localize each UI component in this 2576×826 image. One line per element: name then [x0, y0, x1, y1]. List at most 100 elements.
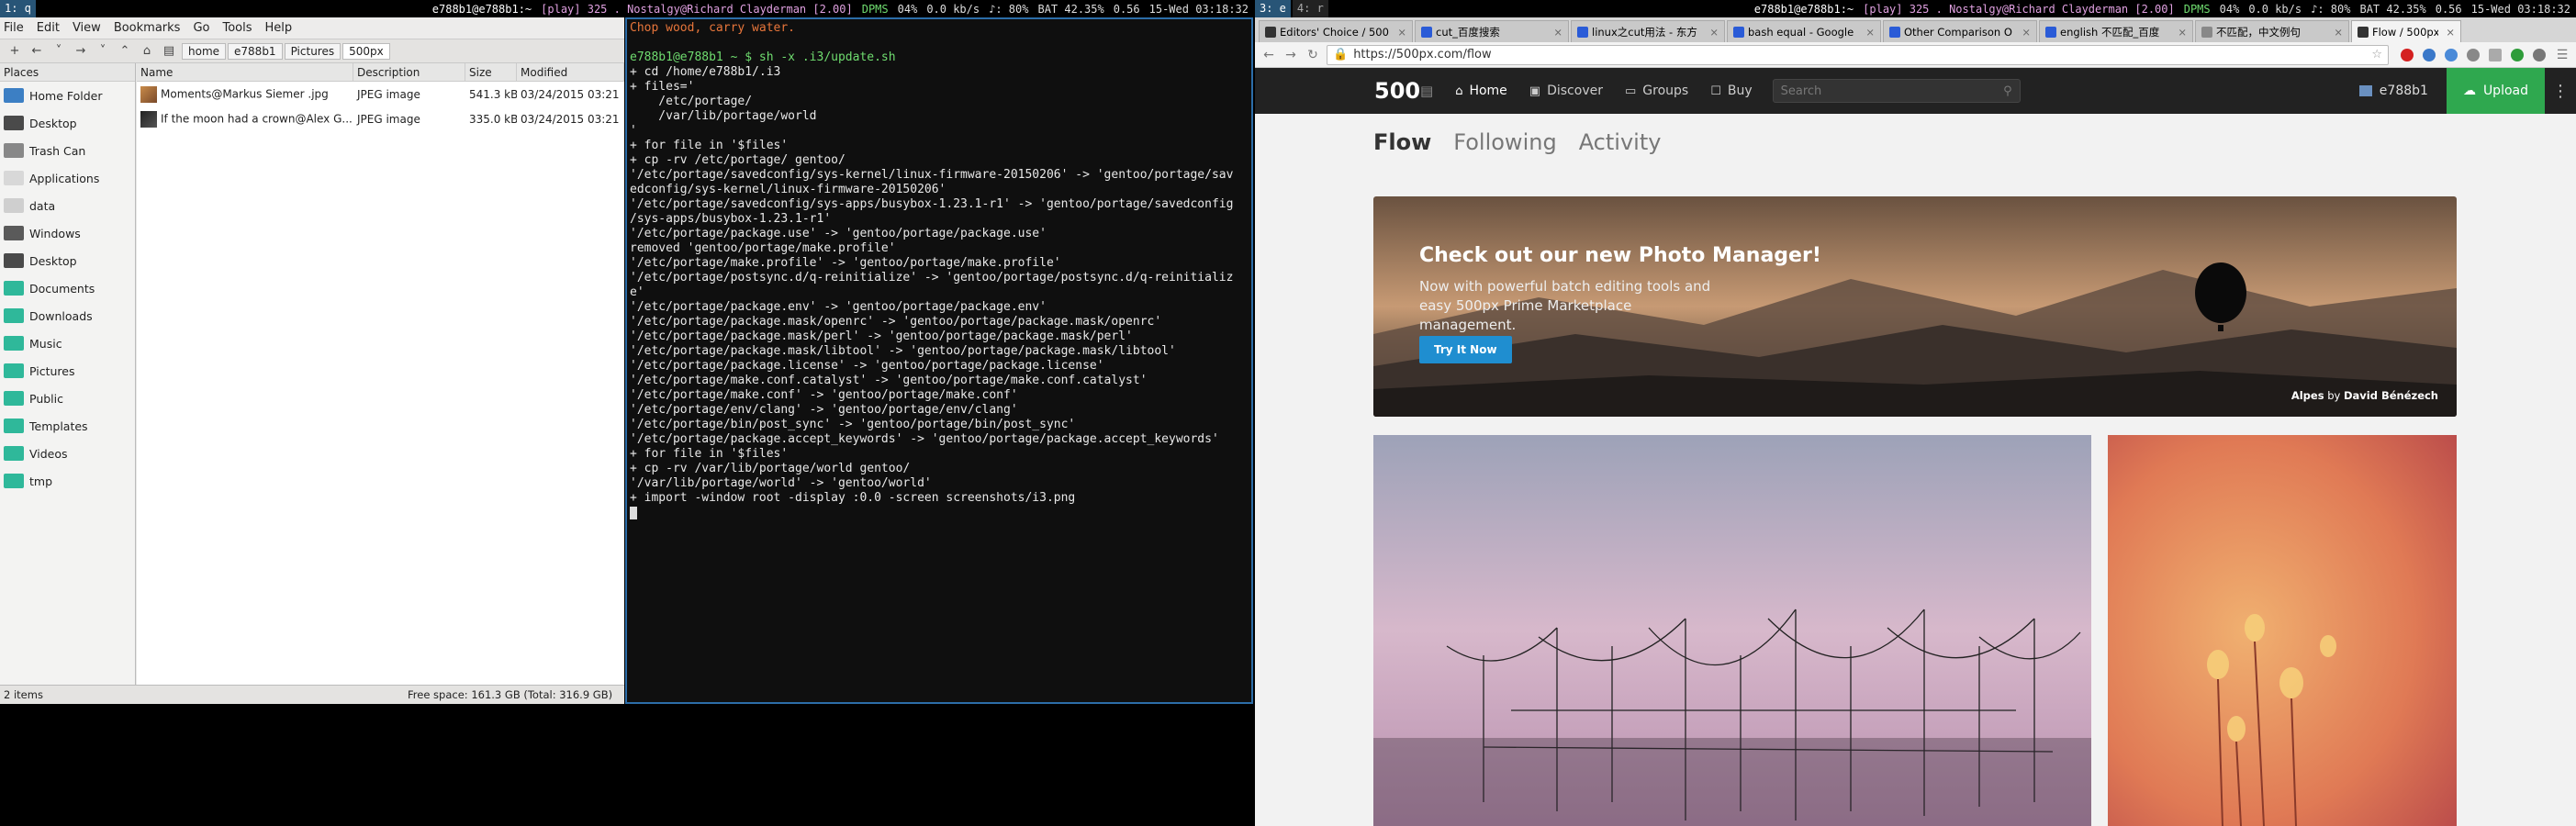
column-name[interactable]: Name [137, 63, 353, 81]
sidebar-item-data[interactable]: data [0, 192, 135, 219]
sidebar-item-trash-can[interactable]: Trash Can [0, 137, 135, 164]
menu-icon[interactable]: ☰ [2554, 48, 2570, 62]
column-size[interactable]: Size [465, 63, 517, 81]
file-row[interactable]: Moments@Markus Siemer .jpg JPEG image 54… [137, 82, 624, 106]
breadcrumb-user[interactable]: e788b1 [228, 42, 283, 60]
try-it-now-button[interactable]: Try It Now [1419, 336, 1512, 363]
sidebar-item-downloads[interactable]: Downloads [0, 302, 135, 329]
terminal-window[interactable]: Chop wood, carry water. e788b1@e788b1 ~ $… [625, 17, 1253, 704]
status-icon[interactable] [2511, 48, 2524, 61]
path-toggle-icon[interactable]: ▤ [160, 44, 178, 58]
menu-bookmarks[interactable]: Bookmarks [114, 21, 181, 35]
tab-flow[interactable]: Flow [1373, 129, 1431, 155]
close-tab-icon[interactable]: × [1397, 26, 1406, 39]
cart-icon: ☐ [1710, 84, 1721, 98]
menu-view[interactable]: View [73, 21, 101, 35]
browser-tab[interactable]: english 不匹配_百度 × [2039, 20, 2193, 42]
sidebar-item-public[interactable]: Public [0, 385, 135, 412]
back-icon[interactable]: ← [28, 44, 46, 58]
sidebar-item-windows[interactable]: Windows [0, 219, 135, 247]
banner-caption[interactable]: Alpes by David Bénézech [2291, 389, 2438, 402]
load-average: 0.56 [2435, 2, 2462, 16]
terminal-line: '/etc/portage/package.env' -> 'gentoo/po… [630, 300, 1047, 314]
menu-tools[interactable]: Tools [222, 21, 252, 35]
column-description[interactable]: Description [353, 63, 465, 81]
adblock-icon[interactable] [2401, 48, 2414, 61]
sidebar-item-applications[interactable]: Applications [0, 164, 135, 192]
mail-icon[interactable] [2489, 48, 2502, 61]
workspace-button[interactable]: 1: q [0, 0, 36, 17]
sidebar-item-music[interactable]: Music [0, 329, 135, 357]
sidebar-item-templates[interactable]: Templates [0, 412, 135, 440]
browser-tab[interactable]: 不匹配，中文例句 × [2195, 20, 2349, 42]
workspace-3-button[interactable]: 3: e [1255, 0, 1291, 17]
extension-icon[interactable] [2533, 48, 2546, 61]
close-tab-icon[interactable]: × [2178, 26, 2187, 39]
upload-button[interactable]: ☁ Upload [2446, 68, 2545, 114]
browser-tab[interactable]: linux之cut用法 - 东方 × [1571, 20, 1725, 42]
close-tab-icon[interactable]: × [2022, 26, 2031, 39]
back-history-icon[interactable]: ˅ [50, 44, 68, 58]
site-logo[interactable]: 500 [1374, 78, 1420, 104]
close-tab-icon[interactable]: × [1709, 26, 1719, 39]
promo-banner: Check out our new Photo Manager! Now wit… [1373, 196, 2457, 417]
close-tab-icon[interactable]: × [2446, 26, 2455, 39]
browser-tab[interactable]: Flow / 500px × [2351, 20, 2461, 42]
sidebar-item-documents[interactable]: Documents [0, 274, 135, 302]
url-field[interactable]: 🔒 https://500px.com/flow ☆ [1327, 44, 2389, 65]
more-menu-icon[interactable]: ⋮ [2545, 82, 2576, 101]
nav-groups[interactable]: ▭ Groups [1625, 84, 1688, 98]
extension-icon[interactable] [2467, 48, 2480, 61]
battery: BAT 42.35% [2359, 2, 2426, 16]
avatar [2358, 85, 2372, 96]
menu-go[interactable]: Go [193, 21, 209, 35]
nav-buy[interactable]: ☐ Buy [1710, 84, 1752, 98]
site-search-input[interactable]: Search ⚲ [1772, 79, 2021, 103]
forward-icon[interactable]: → [72, 44, 90, 58]
breadcrumb-home[interactable]: home [182, 42, 227, 60]
menu-file[interactable]: File [4, 21, 24, 35]
nav-home[interactable]: ⌂ Home [1455, 84, 1507, 98]
file-row[interactable]: If the moon had a crown@Alex G... JPEG i… [137, 106, 624, 131]
terminal-line: '/etc/portage/env/clang' -> 'gentoo/port… [630, 403, 1018, 417]
tab-activity[interactable]: Activity [1579, 129, 1662, 155]
photo-card[interactable] [2108, 435, 2457, 826]
terminal-line: /sys-apps/busybox-1.23.1-r1' [630, 212, 832, 226]
breadcrumb-500px[interactable]: 500px [342, 42, 390, 60]
browser-tab[interactable]: Editors' Choice / 500 × [1259, 20, 1413, 42]
back-icon[interactable]: ← [1260, 48, 1277, 62]
breadcrumb-pictures[interactable]: Pictures [284, 42, 342, 60]
extension-icon[interactable] [2423, 48, 2436, 61]
sidebar-item-tmp[interactable]: tmp [0, 467, 135, 495]
sidebar-item-home-folder[interactable]: Home Folder [0, 82, 135, 109]
notifications-icon[interactable]: ▤ [1420, 83, 1433, 99]
workspace-4-button[interactable]: 4: r [1292, 0, 1328, 17]
sidebar-item-desktop[interactable]: Desktop [0, 247, 135, 274]
menu-edit[interactable]: Edit [37, 21, 60, 35]
sidebar-item-pictures[interactable]: Pictures [0, 357, 135, 385]
forward-history-icon[interactable]: ˅ [94, 44, 112, 58]
search-icon: ⚲ [2003, 84, 2012, 98]
browser-tab[interactable]: Other Comparison O × [1883, 20, 2037, 42]
browser-tab[interactable]: bash equal - Google × [1727, 20, 1881, 42]
menu-help[interactable]: Help [265, 21, 293, 35]
bookmark-star-icon[interactable]: ☆ [2371, 48, 2382, 61]
up-icon[interactable]: ⌃ [116, 44, 134, 58]
close-tab-icon[interactable]: × [2334, 26, 2343, 39]
column-modified[interactable]: Modified [517, 63, 624, 81]
sidebar-item-desktop[interactable]: Desktop [0, 109, 135, 137]
photo-card[interactable] [1373, 435, 2091, 826]
forward-icon[interactable]: → [1282, 48, 1299, 62]
close-tab-icon[interactable]: × [1553, 26, 1562, 39]
new-tab-icon[interactable]: + [6, 44, 24, 58]
sidebar-item-videos[interactable]: Videos [0, 440, 135, 467]
groups-icon: ▭ [1624, 84, 1637, 98]
tab-following[interactable]: Following [1453, 129, 1556, 155]
home-icon[interactable]: ⌂ [138, 44, 156, 58]
user-menu[interactable]: e788b1 [2358, 84, 2428, 98]
close-tab-icon[interactable]: × [1865, 26, 1875, 39]
nav-discover[interactable]: ▣ Discover [1529, 84, 1603, 98]
reload-icon[interactable]: ↻ [1305, 48, 1321, 62]
extension-icon[interactable] [2445, 48, 2458, 61]
browser-tab[interactable]: cut_百度搜索 × [1415, 20, 1569, 42]
